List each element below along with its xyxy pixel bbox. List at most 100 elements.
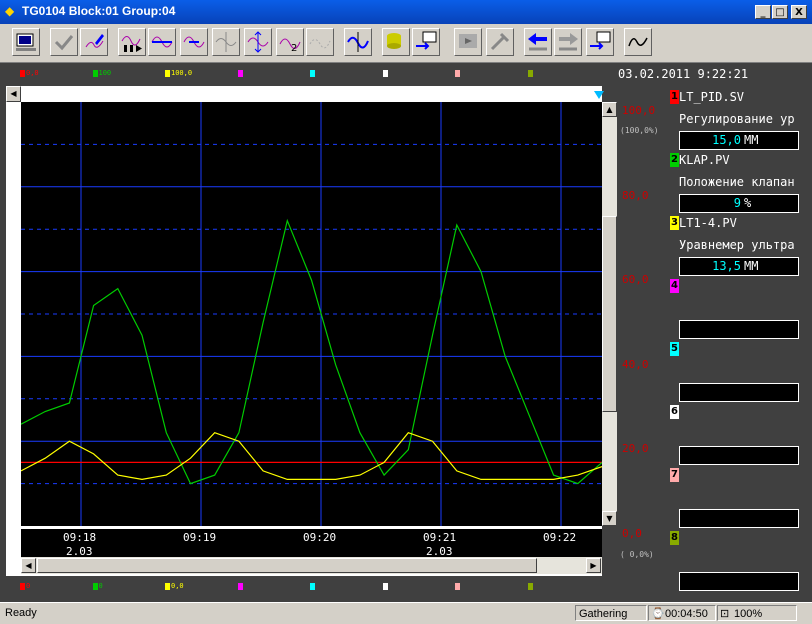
trend-shrink-icon[interactable] [212, 28, 240, 56]
time-tick-label: 09:21 [423, 531, 457, 544]
bottom-marker-5[interactable] [310, 583, 315, 590]
trend-plot[interactable] [21, 102, 602, 526]
bottom-marker-label: 0,0 [171, 582, 184, 590]
bottom-marker-7[interactable] [455, 583, 460, 590]
channel-2-badge[interactable]: 2 [670, 153, 679, 167]
clock-icon: ⌚ [651, 608, 665, 620]
trend-vertical-expand-icon[interactable] [244, 28, 272, 56]
channel-7-badge[interactable]: 7 [670, 468, 679, 482]
export-icon[interactable] [412, 28, 440, 56]
channel-3-badge[interactable]: 3 [670, 216, 679, 230]
status-gathering: Gathering [575, 605, 647, 621]
wave-icon[interactable] [624, 28, 652, 56]
top-marker-8[interactable] [527, 70, 533, 77]
top-marker-4[interactable] [237, 70, 243, 77]
app-diamond-icon: ◆ [5, 4, 15, 18]
y-axis-top-percent: (100,0%) [620, 126, 659, 135]
channel-7-value-box [679, 509, 799, 528]
trend-alarm-icon[interactable]: 2 [276, 28, 304, 56]
channel-5-value-box [679, 383, 799, 402]
record-icon[interactable] [454, 28, 482, 56]
top-marker-1[interactable] [20, 70, 25, 77]
trend-cursor-icon[interactable] [344, 28, 372, 56]
bottom-marker-8[interactable] [527, 583, 533, 590]
svg-text:2: 2 [291, 43, 297, 54]
time-tick-label: 09:22 [543, 531, 577, 544]
scroll-down-button[interactable]: ▼ [602, 511, 617, 526]
top-marker-6[interactable] [382, 70, 388, 77]
time-tick-label: 09:20 [303, 531, 337, 544]
check-icon[interactable] [50, 28, 78, 56]
bottom-marker-1[interactable] [20, 583, 25, 590]
title-bar: ◆ TG0104 Block:01 Group:04 _ □ X [0, 0, 812, 24]
channel-value: 15,0 [712, 133, 741, 147]
series-line-2 [21, 218, 602, 485]
horizontal-scroll-thumb[interactable] [37, 558, 537, 573]
channel-2-description: Положение клапан [679, 175, 795, 189]
channel-6-badge[interactable]: 6 [670, 405, 679, 419]
window-title: TG0104 Block:01 Group:04 [22, 4, 176, 18]
channel-1-badge[interactable]: 1 [670, 90, 679, 104]
channel-6-value-box [679, 446, 799, 465]
minimize-button[interactable]: _ [755, 5, 771, 19]
top-marker-label: 100,0 [171, 69, 193, 77]
zoom-icon: ⊡ [720, 608, 730, 620]
vertical-scroll-thumb[interactable] [602, 216, 617, 412]
bottom-marker-4[interactable] [237, 583, 243, 590]
top-marker-label: 0,0 [26, 69, 39, 77]
series-line-3 [21, 431, 602, 481]
horizontal-scrollbar[interactable]: ◀ ▶ [21, 557, 602, 574]
scroll-left-button[interactable]: ◀ [6, 86, 21, 102]
maximize-button[interactable]: □ [772, 5, 788, 19]
y-axis-tick-label: 20,0 [622, 442, 649, 455]
channel-5-badge[interactable]: 5 [670, 342, 679, 356]
top-marker-label: 100 [98, 69, 112, 77]
close-button[interactable]: X [791, 5, 807, 19]
channel-unit: ММ [744, 133, 759, 147]
trend-play-icon[interactable] [118, 28, 146, 56]
channel-1-tag: LT_PID.SV [679, 90, 745, 104]
top-marker-3[interactable] [165, 70, 170, 77]
top-marker-2[interactable] [92, 70, 98, 77]
monitor-icon[interactable] [12, 28, 40, 56]
top-marker-5[interactable] [310, 70, 315, 77]
y-axis-tick-label: 40,0 [622, 357, 649, 371]
scroll-up-button[interactable]: ▲ [602, 102, 617, 117]
bottom-marker-label: 0 [26, 582, 31, 590]
vertical-scrollbar[interactable]: ▲ ▼ [602, 102, 617, 526]
channel-3-description: Уравнемер ультра [679, 238, 795, 252]
bottom-marker-2[interactable] [92, 583, 98, 590]
trend-expand-icon[interactable] [148, 28, 176, 56]
trend-dotted-icon[interactable] [306, 28, 334, 56]
cursor-marker-icon[interactable] [594, 86, 604, 99]
top-strip [21, 86, 593, 102]
database-icon[interactable] [382, 28, 410, 56]
channel-2-tag: KLAP.PV [679, 153, 730, 167]
tools-icon[interactable] [486, 28, 514, 56]
y-axis-bottom-percent: ( 0,0%) [620, 550, 654, 559]
pen-icon[interactable] [80, 28, 108, 56]
channel-4-badge[interactable]: 4 [670, 279, 679, 293]
channel-8-value-box [679, 572, 799, 591]
channel-8-badge[interactable]: 8 [670, 531, 679, 545]
status-bar: Ready Gathering ⌚ 00:04:50 ⊡ 100% [0, 602, 812, 624]
scroll-right-button[interactable]: ▶ [586, 558, 601, 573]
time-tick-label: 09:19 [183, 531, 217, 544]
y-axis-tick-label: 80,0 [622, 188, 649, 202]
channel-3-tag: LT1-4.PV [679, 216, 737, 230]
current-datetime: 03.02.2011 9:22:21 [618, 67, 749, 81]
bottom-marker-3[interactable] [165, 583, 170, 590]
channel-1-value-box: 15,0 ММ [679, 131, 799, 150]
y-axis-tick-label: 100,0 [622, 104, 656, 117]
top-marker-7[interactable] [455, 70, 460, 77]
channel-unit: % [744, 196, 752, 210]
channel-1-description: Регулирование ур [679, 112, 795, 126]
channel-4-value-box [679, 320, 799, 339]
scroll-left-button-2[interactable]: ◀ [21, 558, 36, 573]
back-icon[interactable] [524, 28, 552, 56]
export2-icon[interactable] [586, 28, 614, 56]
y-axis-tick-label: 60,0 [622, 273, 649, 286]
forward-icon[interactable] [554, 28, 582, 56]
trend-expand-icon[interactable] [180, 28, 208, 56]
bottom-marker-6[interactable] [382, 583, 388, 590]
